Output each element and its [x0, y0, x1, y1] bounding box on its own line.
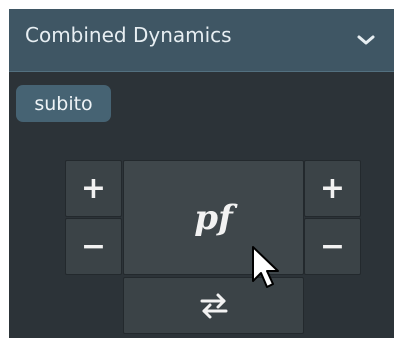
panel-header[interactable]: Combined Dynamics — [9, 9, 394, 72]
panel-title: Combined Dynamics — [25, 23, 232, 47]
chevron-down-icon[interactable] — [356, 33, 376, 47]
right-decrease-button[interactable]: − — [304, 218, 361, 275]
mouse-pointer-icon — [252, 246, 279, 288]
swap-arrows-icon — [200, 293, 227, 318]
combined-dynamics-panel: Combined Dynamics subito + − pf + − — [9, 9, 394, 338]
left-increase-button[interactable]: + — [65, 160, 122, 217]
right-increase-button[interactable]: + — [304, 160, 361, 217]
left-decrease-button[interactable]: − — [65, 218, 122, 275]
subito-toggle[interactable]: subito — [16, 85, 111, 122]
